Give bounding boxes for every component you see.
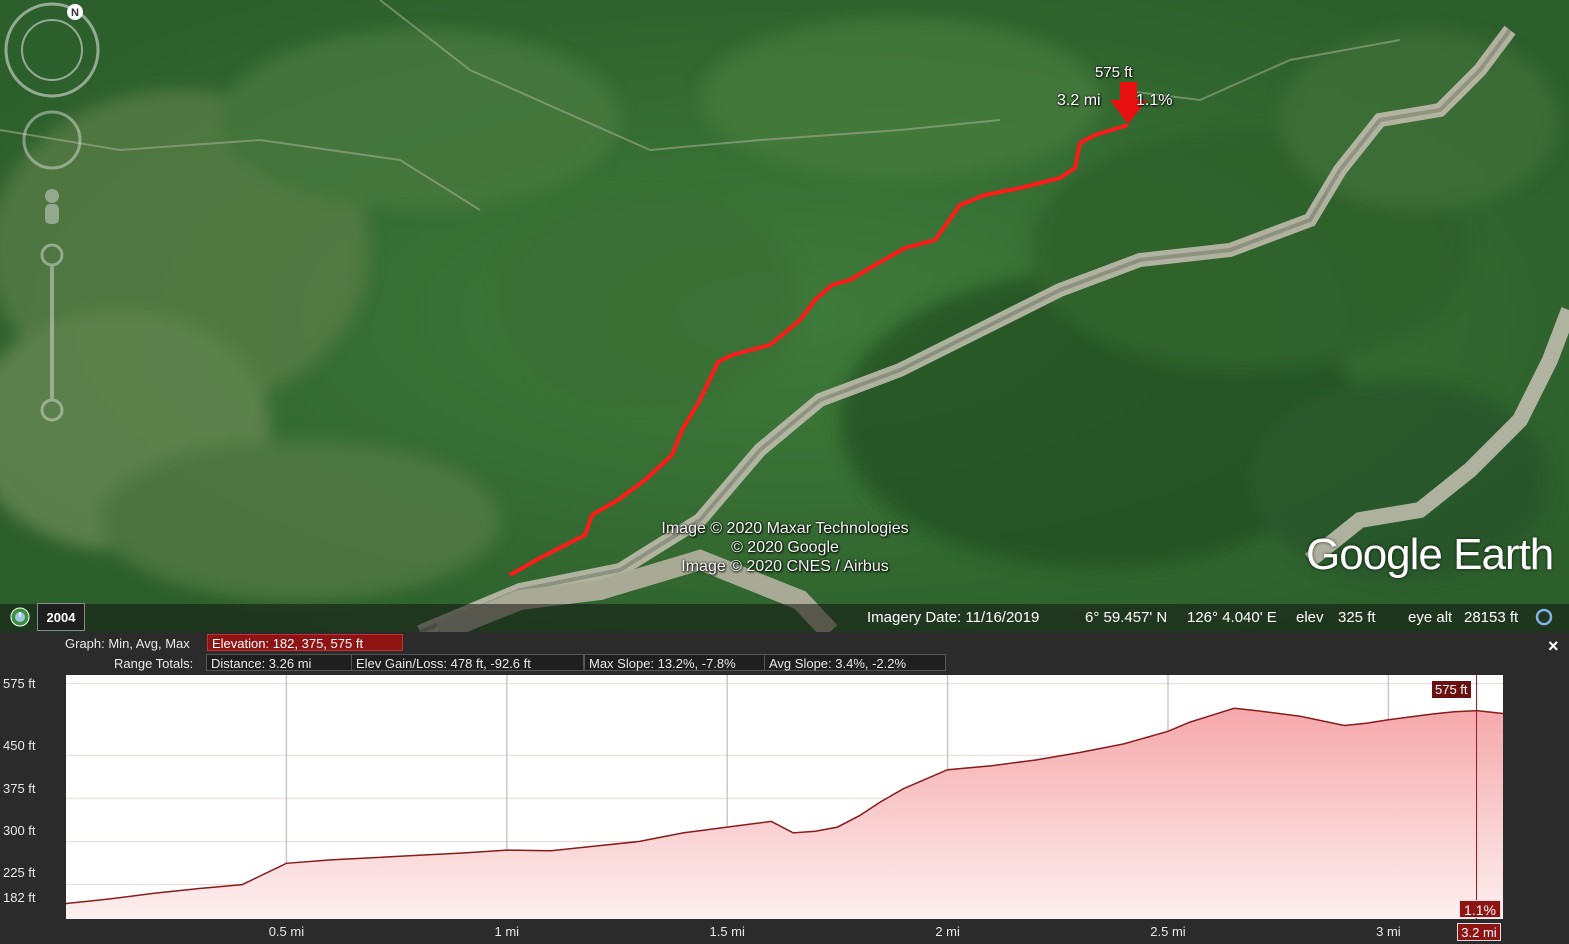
north-icon: N	[67, 4, 83, 20]
x-tick-label: 1.5 mi	[709, 924, 745, 939]
marker-slope: 1.1%	[1136, 92, 1173, 109]
map-view[interactable]: 575 ft 3.2 mi 1.1% Image © 2020 Maxar Te…	[0, 0, 1569, 632]
x-tick-label: 3 mi	[1376, 924, 1401, 939]
imagery-year[interactable]: 2004	[37, 603, 85, 631]
y-tick-label: 375 ft	[3, 781, 36, 796]
cursor-distance-label: 3.2 mi	[1457, 923, 1501, 941]
x-tick-label: 2 mi	[935, 924, 960, 939]
x-tick-label: 2.5 mi	[1150, 924, 1186, 939]
latitude: 6° 59.457' N	[1085, 609, 1168, 626]
svg-text:N: N	[71, 7, 79, 19]
marker-distance: 3.2 mi	[1057, 92, 1101, 109]
x-tick-label: 0.5 mi	[268, 924, 305, 939]
y-tick-label: 182 ft	[3, 890, 36, 905]
credit-line: Image © 2020 CNES / Airbus	[681, 558, 889, 575]
longitude: 126° 4.040' E	[1187, 609, 1277, 626]
credit-line: Image © 2020 Maxar Technologies	[661, 520, 909, 537]
cursor-elevation-label: 575 ft	[1432, 681, 1471, 698]
elev-value: 325 ft	[1338, 609, 1376, 626]
distance-total: Distance: 3.26 mi	[206, 654, 352, 671]
compass-icon	[4, 2, 100, 98]
google-earth-logo: Google Earth	[1306, 530, 1554, 579]
imagery-date: Imagery Date: 11/16/2019	[867, 609, 1040, 626]
range-totals-label: Range Totals:	[114, 656, 194, 671]
elevation-chart[interactable]	[66, 675, 1503, 919]
historical-imagery-clock-icon[interactable]	[10, 607, 30, 627]
y-tick-label: 300 ft	[3, 823, 36, 838]
elevation-area	[66, 708, 1503, 919]
look-joystick-icon	[22, 110, 82, 170]
elev-label: elev	[1296, 609, 1324, 626]
y-tick-label: 225 ft	[3, 865, 36, 880]
x-tick-label: 1 mi	[494, 924, 520, 939]
eye-alt-value: 28153 ft	[1464, 609, 1519, 626]
zoom-slider-icon	[40, 243, 64, 422]
max-slope: Max Slope: 13.2%, -7.8%	[584, 654, 765, 671]
elevation-stats[interactable]: Elevation: 182, 375, 575 ft	[207, 634, 403, 651]
y-tick-label: 575 ft	[3, 676, 36, 691]
eye-alt-label: eye alt	[1408, 609, 1453, 626]
close-button[interactable]: ×	[1548, 636, 1559, 657]
cursor-slope-label: 1.1%	[1459, 900, 1501, 918]
credit-line: © 2020 Google	[731, 539, 839, 556]
graph-label: Graph: Min, Avg, Max	[65, 636, 190, 651]
imagery-credits: Image © 2020 Maxar Technologies © 2020 G…	[640, 519, 930, 576]
navigation-controls[interactable]: N	[0, 0, 104, 430]
elevation-chart-svg	[66, 675, 1503, 919]
status-bar	[0, 604, 1569, 632]
avg-slope: Avg Slope: 3.4%, -2.2%	[764, 654, 946, 671]
streaming-progress-icon	[1535, 608, 1553, 626]
street-view-pegman-icon	[45, 189, 59, 224]
y-tick-label: 450 ft	[3, 738, 36, 753]
marker-elevation: 575 ft	[1095, 64, 1133, 81]
elev-gain-loss: Elev Gain/Loss: 478 ft, -92.6 ft	[351, 654, 584, 671]
